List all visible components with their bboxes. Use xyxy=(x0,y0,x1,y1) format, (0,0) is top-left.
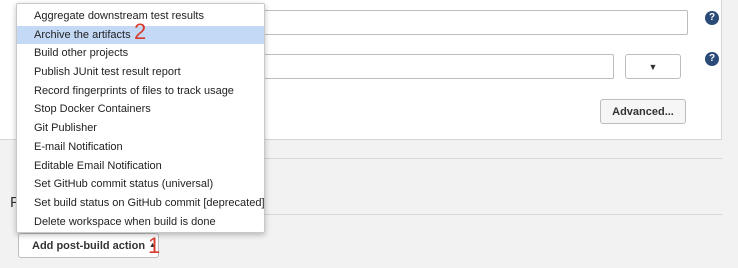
add-post-build-action-label: Add post-build action xyxy=(32,239,146,252)
dropdown-button[interactable]: ▼ xyxy=(625,54,681,79)
menu-item-publish-junit[interactable]: Publish JUnit test result report xyxy=(17,63,264,82)
section-divider xyxy=(264,214,722,215)
menu-item-build-other-projects[interactable]: Build other projects xyxy=(17,44,264,63)
advanced-button[interactable]: Advanced... xyxy=(600,99,686,124)
annotation-step-1: 1 xyxy=(148,233,161,258)
help-icon[interactable]: ? xyxy=(705,52,719,66)
menu-item-github-status-deprecated[interactable]: Set build status on GitHub commit [depre… xyxy=(17,194,265,213)
menu-item-record-fingerprints[interactable]: Record fingerprints of files to track us… xyxy=(17,82,264,101)
menu-item-delete-workspace[interactable]: Delete workspace when build is done xyxy=(17,213,264,232)
add-post-build-action-button[interactable]: Add post-build action ▲ xyxy=(18,233,159,258)
annotation-step-2: 2 xyxy=(134,19,147,44)
separator-line xyxy=(264,158,722,159)
text-input-1[interactable] xyxy=(230,10,688,35)
chevron-down-icon: ▼ xyxy=(648,61,658,72)
menu-item-git-publisher[interactable]: Git Publisher xyxy=(17,119,264,138)
menu-item-email-notification[interactable]: E-mail Notification xyxy=(17,138,264,157)
help-icon[interactable]: ? xyxy=(705,11,719,25)
menu-item-github-status-universal[interactable]: Set GitHub commit status (universal) xyxy=(17,175,264,194)
text-input-2[interactable] xyxy=(230,54,614,79)
menu-item-editable-email[interactable]: Editable Email Notification xyxy=(17,157,264,176)
menu-item-stop-docker[interactable]: Stop Docker Containers xyxy=(17,100,264,119)
